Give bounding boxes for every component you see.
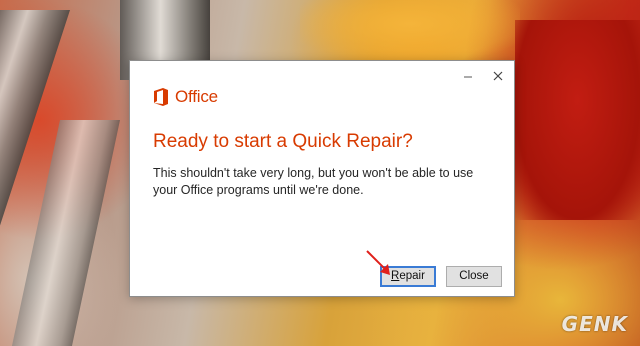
office-brand-label: Office (175, 87, 218, 106)
minimize-icon[interactable] (462, 69, 474, 83)
repair-button-label: epair (399, 270, 425, 282)
window-controls (462, 69, 504, 83)
dialog-message: This shouldn't take very long, but you w… (153, 166, 474, 197)
office-brand: Office (153, 87, 218, 107)
background-sponge-red (515, 20, 640, 220)
close-button[interactable]: Close (446, 266, 502, 287)
quick-repair-dialog: Office Ready to start a Quick Repair? Th… (129, 60, 515, 297)
watermark-logo: GENK (561, 312, 628, 336)
office-logo-icon (153, 88, 169, 106)
red-arrow-icon (366, 250, 390, 275)
background-brush (11, 120, 120, 346)
dialog-heading: Ready to start a Quick Repair? (153, 131, 413, 152)
close-icon[interactable] (492, 69, 504, 83)
background-sponge-yellow (300, 0, 520, 60)
